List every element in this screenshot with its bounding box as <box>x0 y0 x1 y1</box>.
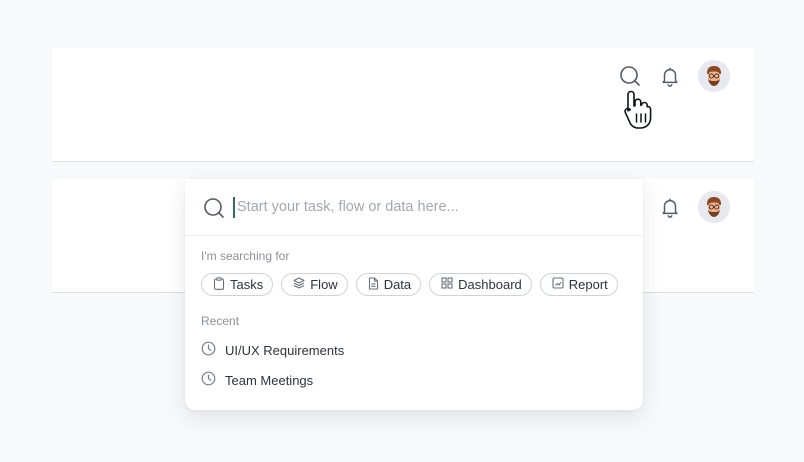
category-chips: Tasks Flow Data Dashboard Report <box>201 273 618 296</box>
grid-icon <box>441 277 453 292</box>
search-input[interactable] <box>237 195 627 219</box>
bell-icon[interactable] <box>657 63 683 89</box>
chip-label: Report <box>568 277 608 292</box>
recent-item[interactable]: Team Meetings <box>201 371 313 389</box>
chip-data[interactable]: Data <box>355 273 422 296</box>
recent-item-label: Team Meetings <box>225 372 314 388</box>
search-icon <box>202 196 226 225</box>
bell-icon[interactable] <box>657 194 683 220</box>
chip-flow[interactable]: Flow <box>281 273 348 296</box>
clipboard-icon <box>213 276 225 293</box>
search-icon[interactable] <box>617 63 643 89</box>
avatar[interactable] <box>698 60 730 92</box>
report-icon <box>552 277 564 292</box>
avatar[interactable] <box>698 191 730 223</box>
chip-label: Flow <box>310 277 338 292</box>
recent-label: Recent <box>201 314 240 328</box>
recent-item[interactable]: UI/UX Requirements <box>201 341 344 359</box>
stage: I'm searching for Tasks Flow <box>0 0 804 462</box>
layers-icon <box>293 277 305 292</box>
document-icon <box>368 276 379 293</box>
chip-tasks[interactable]: Tasks <box>201 273 274 296</box>
text-caret <box>233 197 235 218</box>
searching-for-label: I'm searching for <box>201 249 290 263</box>
chip-label: Tasks <box>230 277 264 292</box>
recent-item-label: UI/UX Requirements <box>225 342 345 358</box>
search-dropdown: I'm searching for Tasks Flow <box>185 179 643 410</box>
clock-icon <box>201 371 216 389</box>
chip-label: Dashboard <box>458 277 522 292</box>
chip-dashboard[interactable]: Dashboard <box>429 273 532 296</box>
chip-report[interactable]: Report <box>539 273 618 296</box>
hand-cursor-icon <box>622 89 658 131</box>
chip-label: Data <box>383 277 412 292</box>
clock-icon <box>201 341 216 359</box>
search-bar <box>185 179 643 236</box>
